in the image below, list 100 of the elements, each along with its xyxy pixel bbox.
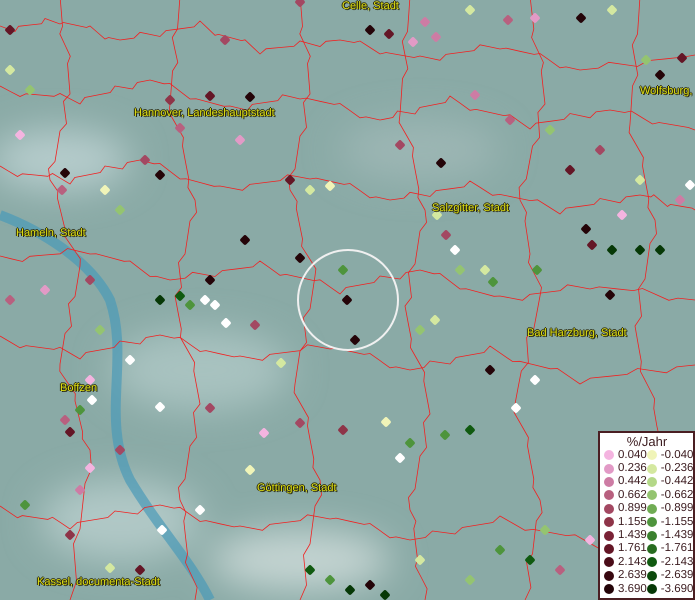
legend-value: 0.662 bbox=[618, 488, 647, 502]
station-marker bbox=[154, 401, 166, 413]
station-marker bbox=[114, 204, 126, 216]
legend-value: 1.155 bbox=[618, 516, 647, 529]
station-marker bbox=[4, 64, 16, 76]
station-marker bbox=[586, 239, 598, 251]
station-marker bbox=[294, 417, 306, 429]
legend-value: -1.761 bbox=[660, 542, 694, 556]
station-marker bbox=[64, 426, 76, 438]
station-marker bbox=[449, 244, 461, 256]
station-marker bbox=[94, 324, 106, 336]
legend-value: -1.155 bbox=[660, 516, 694, 529]
station-marker bbox=[324, 574, 336, 586]
station-marker bbox=[487, 276, 499, 288]
legend-value: 1.439 bbox=[618, 528, 647, 542]
station-marker bbox=[59, 167, 71, 179]
station-marker bbox=[554, 564, 566, 576]
station-marker bbox=[39, 284, 51, 296]
legend-value: 1.761 bbox=[618, 542, 647, 556]
station-marker bbox=[304, 184, 316, 196]
station-marker bbox=[529, 374, 541, 386]
station-marker bbox=[684, 179, 695, 191]
station-marker bbox=[464, 4, 476, 16]
station-marker bbox=[634, 244, 646, 256]
legend-value: -0.899 bbox=[660, 502, 694, 516]
station-marker bbox=[575, 12, 587, 24]
station-marker bbox=[337, 424, 349, 436]
station-marker bbox=[380, 416, 392, 428]
station-marker bbox=[404, 437, 416, 449]
station-marker bbox=[379, 589, 391, 600]
legend-value: -0.040 bbox=[660, 448, 694, 462]
station-marker bbox=[204, 274, 216, 286]
station-marker bbox=[86, 394, 98, 406]
station-marker bbox=[184, 299, 196, 311]
station-marker bbox=[616, 209, 628, 221]
station-marker bbox=[414, 554, 426, 566]
station-marker bbox=[654, 244, 666, 256]
station-marker bbox=[204, 402, 216, 414]
station-marker bbox=[344, 584, 356, 596]
station-marker bbox=[14, 129, 26, 141]
station-marker bbox=[239, 234, 251, 246]
station-marker bbox=[174, 122, 186, 134]
station-marker bbox=[584, 534, 596, 546]
station-marker bbox=[494, 544, 506, 556]
station-marker bbox=[74, 484, 86, 496]
station-marker bbox=[84, 274, 96, 286]
station-marker bbox=[510, 402, 522, 414]
station-marker bbox=[464, 574, 476, 586]
station-marker bbox=[440, 229, 452, 241]
station-marker bbox=[194, 504, 206, 516]
station-marker bbox=[56, 184, 68, 196]
station-marker bbox=[634, 174, 646, 186]
station-marker bbox=[414, 324, 426, 336]
place-label: Salzgitter, Stadt bbox=[432, 202, 510, 215]
station-marker bbox=[19, 499, 31, 511]
station-marker bbox=[156, 524, 168, 536]
station-marker bbox=[220, 317, 232, 329]
place-label: Kassel, documenta-Stadt bbox=[37, 576, 160, 589]
station-marker bbox=[435, 157, 447, 169]
place-label: Celle, Stadt bbox=[342, 0, 399, 13]
station-marker bbox=[484, 364, 496, 376]
station-marker bbox=[174, 290, 186, 302]
station-marker bbox=[154, 294, 166, 306]
station-marker bbox=[394, 452, 406, 464]
station-marker bbox=[258, 427, 270, 439]
station-marker bbox=[454, 264, 466, 276]
station-marker bbox=[502, 14, 514, 26]
station-marker bbox=[84, 462, 96, 474]
station-marker bbox=[364, 24, 376, 36]
station-marker bbox=[606, 244, 618, 256]
station-marker bbox=[349, 334, 361, 346]
station-marker bbox=[209, 299, 221, 311]
station-marker bbox=[164, 94, 176, 106]
station-marker bbox=[337, 264, 349, 276]
legend-value: -0.662 bbox=[660, 488, 694, 502]
station-marker bbox=[294, 0, 306, 8]
station-marker bbox=[469, 89, 481, 101]
station-marker bbox=[394, 139, 406, 151]
legend-value: -3.690 bbox=[660, 582, 694, 596]
station-marker bbox=[104, 562, 116, 574]
station-marker bbox=[479, 264, 491, 276]
station-marker bbox=[564, 164, 576, 176]
station-marker bbox=[594, 144, 606, 156]
station-marker bbox=[539, 524, 551, 536]
station-marker bbox=[24, 84, 36, 96]
station-marker bbox=[430, 31, 442, 43]
station-marker bbox=[74, 404, 86, 416]
station-marker bbox=[204, 90, 216, 102]
station-marker bbox=[154, 169, 166, 181]
station-marker bbox=[124, 354, 136, 366]
station-marker bbox=[529, 12, 541, 24]
station-marker bbox=[531, 264, 543, 276]
legend-value: -2.143 bbox=[660, 556, 694, 570]
legend-value: -0.236 bbox=[660, 462, 694, 476]
station-marker bbox=[244, 91, 256, 103]
station-marker bbox=[383, 28, 395, 40]
legend-value: 0.442 bbox=[618, 475, 647, 489]
station-marker bbox=[4, 24, 16, 36]
station-marker bbox=[341, 294, 353, 306]
station-marker bbox=[429, 314, 441, 326]
